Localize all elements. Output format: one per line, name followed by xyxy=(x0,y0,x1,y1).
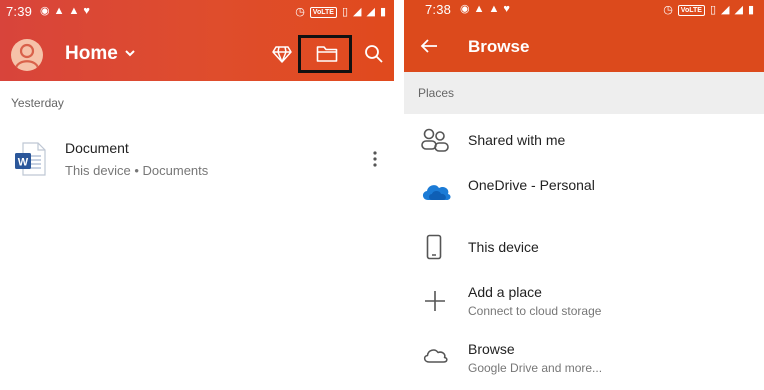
system-icons: ◷ VoLTE ▯ ◢ ◢ ▮ xyxy=(663,3,754,17)
app-header: 7:38 ◉ ▲ ▲ ♥ ◷ VoLTE ▯ ◢ ◢ ▮ Browse xyxy=(404,0,764,72)
place-label: This device xyxy=(468,239,539,255)
phone-icon xyxy=(426,234,442,265)
snapchat-icon: ▲ xyxy=(488,3,500,15)
cloud-icon xyxy=(422,346,448,369)
chevron-down-icon[interactable] xyxy=(123,46,137,65)
status-time: 7:38 xyxy=(425,2,452,17)
status-bar: 7:38 ◉ ▲ ▲ ♥ ◷ VoLTE ▯ ◢ ◢ ▮ xyxy=(404,0,764,26)
signal-icon: ◢ xyxy=(734,4,743,16)
document-name: Document xyxy=(65,140,129,156)
heart-icon: ♥ xyxy=(503,3,510,15)
place-sublabel: Connect to cloud storage xyxy=(468,304,602,318)
document-location: This device • Documents xyxy=(65,163,209,178)
section-header: Yesterday xyxy=(11,96,64,110)
status-time: 7:39 xyxy=(6,4,33,19)
snapchat-icon: ▲ xyxy=(68,5,80,17)
signal-icon: ◢ xyxy=(721,4,730,16)
snapchat-icon: ▲ xyxy=(53,5,65,17)
facebook-icon: ◉ xyxy=(40,5,50,17)
heart-icon: ♥ xyxy=(83,5,90,17)
place-sublabel: Google Drive and more... xyxy=(468,361,603,375)
premium-diamond-icon[interactable] xyxy=(272,44,292,69)
people-icon xyxy=(420,126,450,159)
plus-icon xyxy=(424,290,446,317)
facebook-icon: ◉ xyxy=(460,3,470,15)
system-icons: ◷ VoLTE ▯ ◢ ◢ ▮ xyxy=(295,5,386,19)
more-options-icon[interactable] xyxy=(372,150,378,173)
signal-icon: ◢ xyxy=(366,6,375,18)
browse-other-storage[interactable]: Browse Google Drive and more... xyxy=(404,334,764,386)
list-item[interactable]: W Document This device • Documents xyxy=(0,130,394,186)
volte-icon: VoLTE xyxy=(309,6,337,18)
section-header: Places xyxy=(418,86,455,100)
home-screen: 7:39 ◉ ▲ ▲ ♥ ◷ VoLTE ▯ ◢ ◢ ▮ Home Yester… xyxy=(0,0,394,390)
avatar[interactable] xyxy=(11,39,43,71)
page-title: Browse xyxy=(468,37,530,56)
place-shared-with-me[interactable]: Shared with me xyxy=(404,114,764,166)
place-label: Shared with me xyxy=(468,132,566,148)
battery-icon: ▮ xyxy=(379,6,386,18)
alarm-icon: ◷ xyxy=(663,4,673,16)
place-label: Add a place xyxy=(468,284,542,300)
page-title[interactable]: Home xyxy=(65,43,118,65)
onedrive-cloud-icon xyxy=(420,180,452,207)
word-document-icon: W xyxy=(14,142,46,176)
battery-icon: ▮ xyxy=(747,4,754,16)
signal-icon: ◢ xyxy=(353,6,362,18)
add-a-place-button[interactable]: Add a place Connect to cloud storage xyxy=(404,276,764,328)
notification-icons: ◉ ▲ ▲ ♥ xyxy=(40,4,90,18)
browse-screen: 7:38 ◉ ▲ ▲ ♥ ◷ VoLTE ▯ ◢ ◢ ▮ Browse Plac… xyxy=(404,0,764,390)
search-icon[interactable] xyxy=(364,44,384,69)
notification-icons: ◉ ▲ ▲ ♥ xyxy=(460,2,510,16)
status-bar: 7:39 ◉ ▲ ▲ ♥ ◷ VoLTE ▯ ◢ ◢ ▮ xyxy=(0,0,394,26)
app-header: 7:39 ◉ ▲ ▲ ♥ ◷ VoLTE ▯ ◢ ◢ ▮ Home xyxy=(0,0,394,81)
section-header-bar: Places xyxy=(404,72,764,114)
place-label: Browse xyxy=(468,341,515,357)
alarm-icon: ◷ xyxy=(295,6,305,18)
place-onedrive-personal[interactable]: OneDrive - Personal xyxy=(404,168,764,220)
vibrate-icon: ▯ xyxy=(709,4,716,16)
place-this-device[interactable]: This device xyxy=(404,222,764,274)
snapchat-icon: ▲ xyxy=(473,3,485,15)
back-arrow-icon[interactable] xyxy=(420,38,438,59)
folder-icon[interactable] xyxy=(316,45,338,68)
place-label: OneDrive - Personal xyxy=(468,177,595,193)
vibrate-icon: ▯ xyxy=(341,6,348,18)
volte-icon: VoLTE xyxy=(677,4,705,16)
svg-text:W: W xyxy=(18,157,29,169)
